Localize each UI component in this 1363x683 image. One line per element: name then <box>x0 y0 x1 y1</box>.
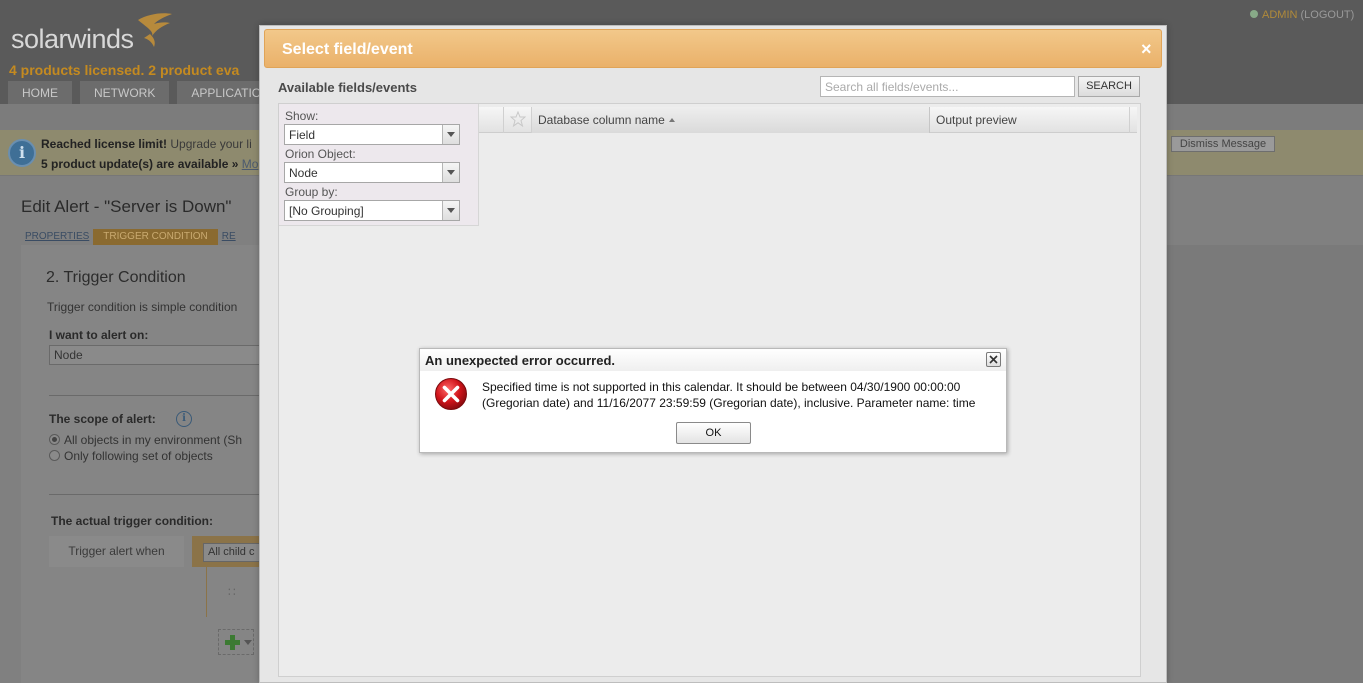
license-upgrade-text: Upgrade your li <box>167 137 252 151</box>
logout-link[interactable]: (LOGOUT) <box>1301 9 1355 21</box>
info-icon[interactable]: i <box>176 411 192 427</box>
alert-on-label: I want to alert on: <box>49 328 149 342</box>
error-message: Specified time is not supported in this … <box>482 380 976 410</box>
favorite-column-header[interactable] <box>503 107 532 133</box>
condition-group-select[interactable]: All child c <box>203 543 261 562</box>
radio-icon[interactable] <box>49 450 60 461</box>
plus-icon <box>225 635 240 650</box>
close-icon[interactable]: × <box>1141 40 1152 58</box>
output-preview-header[interactable]: Output preview <box>930 107 1130 133</box>
orion-object-value: Node <box>289 166 318 180</box>
crumb-properties[interactable]: PROPERTIES <box>21 229 93 245</box>
scope-option-following[interactable]: Only following set of objects <box>49 449 213 463</box>
show-label: Show: <box>285 109 319 123</box>
x-glyph-icon <box>989 355 998 364</box>
drag-handle-icon[interactable]: ∷ <box>218 578 262 608</box>
user-icon <box>1250 10 1258 18</box>
add-condition-button[interactable] <box>218 629 254 655</box>
orion-object-select[interactable]: Node <box>284 162 460 183</box>
star-icon <box>510 111 526 127</box>
show-select-value: Field <box>289 128 316 142</box>
scope-option-all[interactable]: All objects in my environment (Sh <box>49 433 242 447</box>
updates-text: 5 product update(s) are available » Mo <box>41 157 258 171</box>
divider <box>49 395 261 396</box>
solarwinds-logo: solarwinds <box>11 24 134 54</box>
main-nav: HOME NETWORK APPLICATIO <box>8 81 276 104</box>
chevron-down-icon[interactable] <box>442 201 459 220</box>
user-menu[interactable]: ADMIN (LOGOUT) <box>1250 9 1354 21</box>
group-by-value: [No Grouping] <box>289 204 364 218</box>
fields-grid-header: Database column name Output preview <box>479 107 1137 133</box>
filter-panel: Show: Field Orion Object: Node Group by:… <box>279 104 479 226</box>
search-input[interactable] <box>820 76 1075 97</box>
modal-header: Select field/event × <box>264 29 1162 68</box>
section-description: Trigger condition is simple condition <box>47 300 238 314</box>
more-prefix: » <box>228 157 242 171</box>
scope-option-label: All objects in my environment (Sh <box>64 433 243 447</box>
modal-title: Select field/event <box>282 41 413 58</box>
license-limit-bold: Reached license limit! <box>41 137 168 151</box>
available-fields-label: Available fields/events <box>278 80 417 95</box>
alert-on-select[interactable]: Node <box>49 345 261 365</box>
close-icon[interactable] <box>986 352 1001 367</box>
error-dialog: An unexpected error occurred. Specified … <box>419 348 1007 453</box>
admin-label[interactable]: ADMIN <box>1262 9 1297 21</box>
license-status: 4 products licensed. 2 product eva <box>9 62 240 78</box>
error-icon <box>435 378 467 410</box>
show-select[interactable]: Field <box>284 124 460 145</box>
trigger-alert-when-label: Trigger alert when <box>49 536 184 567</box>
error-dialog-titlebar: An unexpected error occurred. <box>420 349 1006 371</box>
group-by-label: Group by: <box>285 185 338 199</box>
crumb-reset[interactable]: RE <box>218 229 240 245</box>
license-limit-text: Reached license limit! Upgrade your li <box>41 137 252 151</box>
chevron-down-icon <box>244 640 252 645</box>
chevron-down-icon[interactable] <box>442 163 459 182</box>
updates-count: 5 product update(s) are available <box>41 157 229 171</box>
page-title: Edit Alert - "Server is Down" <box>21 197 232 216</box>
search-button[interactable]: SEARCH <box>1078 76 1140 97</box>
scope-label: The scope of alert: <box>49 412 156 426</box>
ok-button[interactable]: OK <box>676 422 751 444</box>
solarwinds-bird-icon <box>138 13 172 47</box>
db-column-header[interactable]: Database column name <box>532 107 930 133</box>
scope-option-label: Only following set of objects <box>64 449 213 463</box>
orion-object-label: Orion Object: <box>285 147 356 161</box>
dismiss-message-button[interactable]: Dismiss Message <box>1171 136 1275 152</box>
section-title: 2. Trigger Condition <box>46 269 186 286</box>
divider <box>49 494 261 495</box>
wizard-breadcrumb: PROPERTIES TRIGGER CONDITION RE <box>21 229 240 245</box>
radio-icon[interactable] <box>49 434 60 445</box>
db-column-header-label: Database column name <box>538 113 665 127</box>
actual-trigger-label: The actual trigger condition: <box>51 514 214 528</box>
crumb-trigger-condition[interactable]: TRIGGER CONDITION <box>93 229 218 245</box>
nav-tab-home[interactable]: HOME <box>8 81 72 104</box>
error-dialog-title: An unexpected error occurred. <box>425 353 615 368</box>
condition-tree-line <box>206 567 207 617</box>
sort-ascending-icon <box>668 118 675 122</box>
nav-tab-network[interactable]: NETWORK <box>80 81 170 104</box>
group-by-select[interactable]: [No Grouping] <box>284 200 460 221</box>
info-icon: i <box>8 139 36 167</box>
more-link[interactable]: Mo <box>242 157 259 171</box>
chevron-down-icon[interactable] <box>442 125 459 144</box>
